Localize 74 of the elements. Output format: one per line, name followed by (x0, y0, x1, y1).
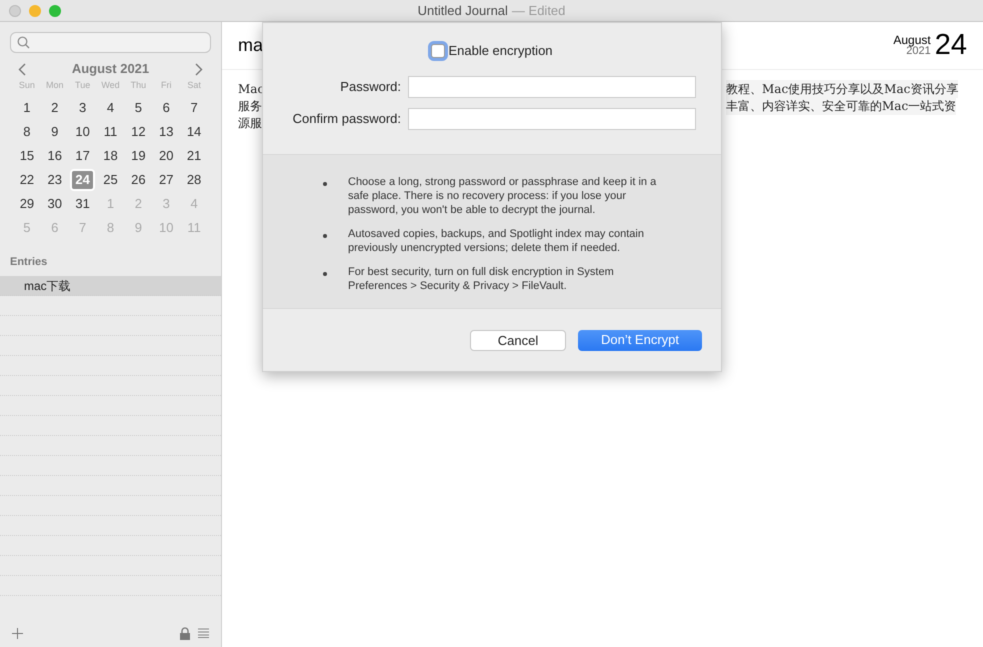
calendar-day[interactable]: 22 (14, 168, 40, 190)
calendar-day[interactable]: 1 (14, 96, 40, 118)
search-icon (17, 36, 30, 49)
next-month-icon[interactable] (195, 62, 203, 76)
security-note: Choose a long, strong password or passphrase and keep it in a safe place. There is no recovery process: if you lose your password, you won't be able to decrypt the journal. (348, 174, 658, 216)
calendar-day[interactable]: 5 (126, 96, 151, 118)
date-day: 24 (934, 31, 967, 60)
calendar-day[interactable]: 29 (14, 192, 40, 214)
window-title: Untitled Journal (418, 2, 508, 20)
calendar-day[interactable]: 13 (154, 120, 179, 142)
list-icon[interactable] (198, 628, 209, 638)
entry-text: 丰富、内容详实、安全可靠的Mac一站式资 (726, 96, 956, 114)
calendar-day[interactable]: 6 (154, 96, 179, 118)
calendar-day[interactable]: 7 (182, 96, 207, 118)
entry-text: 教程、Mac使用技巧分享以及Mac资讯分享 (726, 80, 958, 98)
date-year: 2021 (906, 46, 931, 57)
calendar-day[interactable]: 14 (182, 120, 207, 142)
calendar-day[interactable]: 10 (70, 120, 96, 142)
calendar-day[interactable]: 12 (126, 120, 151, 142)
search-field[interactable] (10, 32, 211, 53)
weekday-label: Sat (186, 79, 202, 92)
dont-encrypt-button[interactable]: Don’t Encrypt (578, 330, 702, 350)
calendar-day[interactable]: 23 (42, 168, 68, 190)
calendar-day[interactable]: 4 (98, 96, 123, 118)
lock-icon[interactable] (180, 626, 190, 640)
close-window-button[interactable] (9, 4, 21, 16)
calendar-day[interactable]: 31 (70, 192, 96, 214)
weekday-label: Tue (74, 79, 92, 92)
zoom-window-button[interactable] (49, 4, 61, 16)
calendar-day[interactable]: 18 (98, 144, 123, 166)
bullet-icon (323, 182, 327, 186)
minimize-window-button[interactable] (29, 4, 41, 16)
previous-month-icon[interactable] (18, 62, 26, 76)
edited-status: — Edited (512, 2, 566, 20)
date-month: August (893, 34, 931, 46)
security-note: For best security, turn on full disk encryption in System Preferences > Security & Privacy > FileVault. (348, 264, 615, 292)
entry-text: 服务 (238, 98, 262, 112)
calendar-month: August 2021 (72, 60, 150, 78)
calendar-day[interactable]: 26 (126, 168, 151, 190)
entry-text: 源服 (238, 116, 262, 130)
password-field[interactable] (408, 76, 696, 98)
calendar-day[interactable]: 19 (126, 144, 151, 166)
weekday-label: Mon (45, 79, 65, 92)
calendar-day[interactable]: 9 (42, 120, 68, 142)
checkbox-label: Enable encryption (448, 42, 553, 60)
weekday-label: Fri (160, 79, 172, 92)
encryption-checkbox[interactable] (431, 44, 446, 58)
calendar-day[interactable]: 16 (42, 144, 68, 166)
bullet-icon (323, 234, 327, 238)
weekday-label: Wed (100, 79, 121, 92)
calendar-day[interactable]: 30 (42, 192, 68, 214)
calendar-day[interactable]: 17 (70, 144, 96, 166)
bullet-icon (323, 272, 327, 276)
entry-item[interactable]: mac下载 (0, 276, 221, 296)
weekday-label: Thu (130, 79, 148, 92)
entry-title: ma (238, 34, 264, 57)
weekday-label: Sun (18, 79, 36, 92)
calendar-day[interactable]: 11 (98, 120, 123, 142)
security-note: Autosaved copies, backups, and Spotlight index may contain previously unencrypted versions; delete them if needed. (348, 226, 645, 254)
calendar-day[interactable]: 28 (182, 168, 207, 190)
calendar-day[interactable]: 21 (182, 144, 207, 166)
calendar-day[interactable]: 2 (42, 96, 68, 118)
add-icon[interactable] (12, 628, 23, 638)
calendar-day[interactable]: 3 (70, 96, 96, 118)
calendar-day[interactable]: 25 (98, 168, 123, 190)
calendar-day[interactable]: 8 (14, 120, 40, 142)
calendar-day[interactable]: 15 (14, 144, 40, 166)
entries-header: Entries (9, 254, 48, 270)
password-field[interactable] (408, 108, 696, 130)
cancel-button[interactable]: Cancel (470, 330, 566, 350)
field-label: Confirm password: (292, 110, 402, 128)
calendar-day[interactable]: 27 (154, 168, 179, 190)
field-label: Password: (339, 78, 402, 96)
calendar-day[interactable]: 20 (154, 144, 179, 166)
